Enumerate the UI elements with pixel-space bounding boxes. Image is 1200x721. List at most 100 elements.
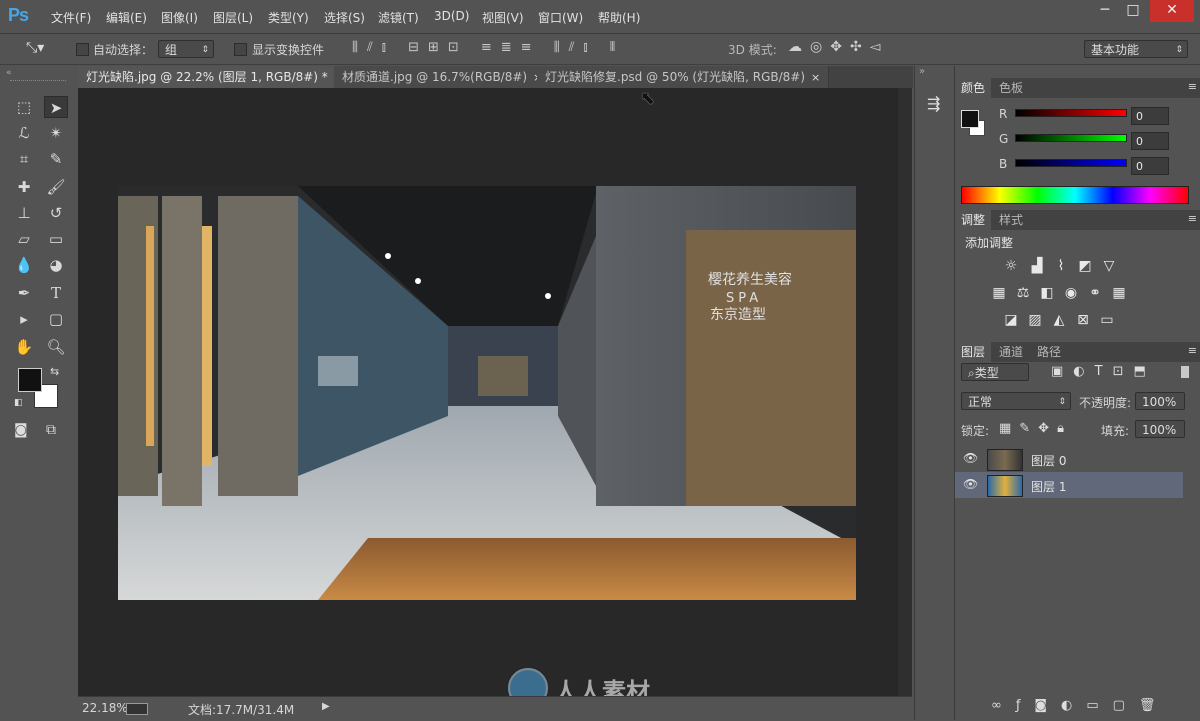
eye-icon[interactable]: 👁︎ bbox=[963, 451, 978, 465]
menu-layer[interactable]: 图层(L) bbox=[213, 9, 253, 26]
align-icons[interactable]: ⫼⫽⫾ ⊟⊞⊡ ≡≣≡ ⫼⫽⫾ ⫴ bbox=[352, 40, 624, 55]
show-transform-checkbox[interactable] bbox=[234, 43, 247, 56]
close-button[interactable]: ✕ bbox=[1150, 0, 1194, 22]
menu-type[interactable]: 类型(Y) bbox=[268, 9, 309, 26]
tab-adjustments[interactable]: 调整 bbox=[955, 210, 992, 230]
dodge-tool-icon[interactable]: ◕ bbox=[44, 254, 68, 276]
tab-document-1[interactable]: 灯光缺陷.jpg @ 22.2% (图层 1, RGB/8#) *× bbox=[78, 66, 353, 88]
layer-filter-icons[interactable]: ▣◐T⊡⬒ bbox=[1051, 364, 1156, 379]
opacity-input[interactable]: 100% bbox=[1135, 392, 1185, 410]
color-balance-icon[interactable]: ⚖ bbox=[1015, 285, 1031, 301]
quick-mask-icon[interactable]: ◙ bbox=[14, 422, 28, 438]
brightness-icon[interactable]: ☼ bbox=[1003, 258, 1019, 274]
panel-menu-icon[interactable]: ≡ bbox=[1188, 80, 1197, 93]
tab-swatches[interactable]: 色板 bbox=[993, 78, 1029, 98]
healing-brush-tool-icon[interactable]: ✚ bbox=[12, 176, 36, 198]
eraser-tool-icon[interactable]: ▱ bbox=[12, 228, 36, 250]
panel-menu-icon[interactable]: ≡ bbox=[1188, 212, 1197, 225]
status-menu-arrow-icon[interactable]: ▶ bbox=[322, 701, 330, 712]
channel-mixer-icon[interactable]: ⚭ bbox=[1087, 285, 1103, 301]
blend-mode-dropdown[interactable]: 正常 ⇕ bbox=[961, 392, 1071, 410]
tab-channels[interactable]: 通道 bbox=[993, 342, 1029, 362]
levels-icon[interactable]: ▟ bbox=[1029, 258, 1045, 274]
gradient-tool-icon[interactable]: ▭ bbox=[44, 228, 68, 250]
tab-color[interactable]: 颜色 bbox=[955, 78, 992, 98]
layer-filter-dropdown[interactable]: ⌕类型 bbox=[961, 363, 1029, 381]
blur-tool-icon[interactable]: 💧 bbox=[12, 254, 36, 276]
screen-mode-icon[interactable]: ⧉ bbox=[46, 422, 56, 438]
red-slider[interactable] bbox=[1015, 109, 1127, 117]
vertical-scrollbar[interactable] bbox=[898, 88, 912, 696]
menu-filter[interactable]: 滤镜(T) bbox=[378, 9, 419, 26]
lock-icons[interactable]: ▦✎✥🔒︎ bbox=[999, 421, 1072, 436]
menu-help[interactable]: 帮助(H) bbox=[598, 9, 640, 26]
maximize-button[interactable]: □ bbox=[1116, 0, 1150, 22]
panel-menu-icon[interactable]: ≡ bbox=[1188, 344, 1197, 357]
tab-document-2[interactable]: 材质通道.jpg @ 16.7%(RGB/8#)× bbox=[334, 66, 552, 88]
eyedropper-tool-icon[interactable]: ✎ bbox=[44, 148, 68, 170]
menu-edit[interactable]: 编辑(E) bbox=[106, 9, 147, 26]
curves-icon[interactable]: ⌇ bbox=[1053, 258, 1069, 274]
canvas-area[interactable]: 樱花养生美容 SPA 东京造型 ⬉ 人人素材 bbox=[78, 88, 898, 708]
pen-tool-icon[interactable]: ✒ bbox=[12, 282, 36, 304]
exposure-icon[interactable]: ◩ bbox=[1077, 258, 1093, 274]
marquee-tool-icon[interactable]: ⬚ bbox=[12, 96, 36, 118]
default-colors-icon[interactable]: ◧ bbox=[14, 398, 23, 408]
hand-tool-icon[interactable]: ✋ bbox=[12, 336, 36, 358]
menu-file[interactable]: 文件(F) bbox=[51, 9, 91, 26]
auto-select-checkbox[interactable] bbox=[76, 43, 89, 56]
eye-icon[interactable]: 👁︎ bbox=[963, 477, 978, 491]
collapse-icon[interactable]: » bbox=[919, 66, 925, 77]
magic-wand-tool-icon[interactable]: ✴ bbox=[44, 122, 68, 144]
vibrance-icon[interactable]: ▽ bbox=[1101, 258, 1117, 274]
color-lookup-icon[interactable]: ▦ bbox=[1111, 285, 1127, 301]
invert-icon[interactable]: ◪ bbox=[1003, 312, 1019, 328]
fill-input[interactable]: 100% bbox=[1135, 420, 1185, 438]
tab-layers[interactable]: 图层 bbox=[955, 342, 992, 362]
move-tool-icon[interactable]: ➤ bbox=[44, 96, 68, 118]
threshold-icon[interactable]: ◭ bbox=[1051, 312, 1067, 328]
color-spectrum-bar[interactable] bbox=[961, 186, 1189, 204]
blue-slider[interactable] bbox=[1015, 159, 1127, 167]
green-slider[interactable] bbox=[1015, 134, 1127, 142]
photo-filter-icon[interactable]: ◉ bbox=[1063, 285, 1079, 301]
history-brush-tool-icon[interactable]: ↺ bbox=[44, 202, 68, 224]
foreground-color-swatch[interactable] bbox=[18, 368, 42, 392]
gradient-map-icon[interactable]: ▭ bbox=[1099, 312, 1115, 328]
tab-styles[interactable]: 样式 bbox=[993, 210, 1029, 230]
type-tool-icon[interactable]: T bbox=[44, 282, 68, 304]
close-icon[interactable]: × bbox=[811, 71, 820, 84]
history-panel-icon[interactable]: ⇶ bbox=[927, 94, 940, 113]
layer-row-0[interactable]: 👁︎ 图层 0 bbox=[955, 446, 1183, 472]
red-value-input[interactable]: 0 bbox=[1131, 107, 1169, 125]
menu-view[interactable]: 视图(V) bbox=[482, 9, 524, 26]
workspace-dropdown[interactable]: 基本功能 ⇕ bbox=[1084, 40, 1188, 58]
tab-paths[interactable]: 路径 bbox=[1031, 342, 1067, 362]
posterize-icon[interactable]: ▨ bbox=[1027, 312, 1043, 328]
tab-document-3[interactable]: 灯光缺陷修复.psd @ 50% (灯光缺陷, RGB/8#) × bbox=[537, 66, 830, 88]
swap-colors-icon[interactable]: ⇆ bbox=[50, 365, 59, 378]
green-value-input[interactable]: 0 bbox=[1131, 132, 1169, 150]
path-selection-tool-icon[interactable]: ▸ bbox=[12, 308, 36, 330]
zoom-tool-icon[interactable]: 🔍︎ bbox=[44, 336, 68, 358]
menu-window[interactable]: 窗口(W) bbox=[538, 9, 583, 26]
menu-3d[interactable]: 3D(D) bbox=[434, 9, 469, 23]
layer-row-1[interactable]: 👁︎ 图层 1 bbox=[955, 472, 1183, 498]
selective-color-icon[interactable]: ⊠ bbox=[1075, 312, 1091, 328]
move-tool-icon[interactable]: ⤡▾ bbox=[26, 40, 44, 56]
auto-select-dropdown[interactable]: 组 ⇕ bbox=[158, 40, 214, 58]
crop-tool-icon[interactable]: ⌗ bbox=[12, 148, 36, 170]
lasso-tool-icon[interactable]: ℒ bbox=[12, 122, 36, 144]
filter-toggle[interactable] bbox=[1181, 366, 1189, 378]
fg-color-chip[interactable] bbox=[961, 110, 979, 128]
hue-saturation-icon[interactable]: ▦ bbox=[991, 285, 1007, 301]
rectangle-tool-icon[interactable]: ▢ bbox=[44, 308, 68, 330]
collapse-icon[interactable]: « bbox=[6, 68, 12, 78]
menu-image[interactable]: 图像(I) bbox=[161, 9, 198, 26]
clone-stamp-tool-icon[interactable]: ⊥ bbox=[12, 202, 36, 224]
blue-value-input[interactable]: 0 bbox=[1131, 157, 1169, 175]
zoom-level[interactable]: 22.18% bbox=[82, 701, 128, 715]
layer-actions-icons[interactable]: ∞ƒ◙◐▭▢🗑︎ bbox=[991, 698, 1169, 713]
menu-select[interactable]: 选择(S) bbox=[324, 9, 365, 26]
black-white-icon[interactable]: ◧ bbox=[1039, 285, 1055, 301]
